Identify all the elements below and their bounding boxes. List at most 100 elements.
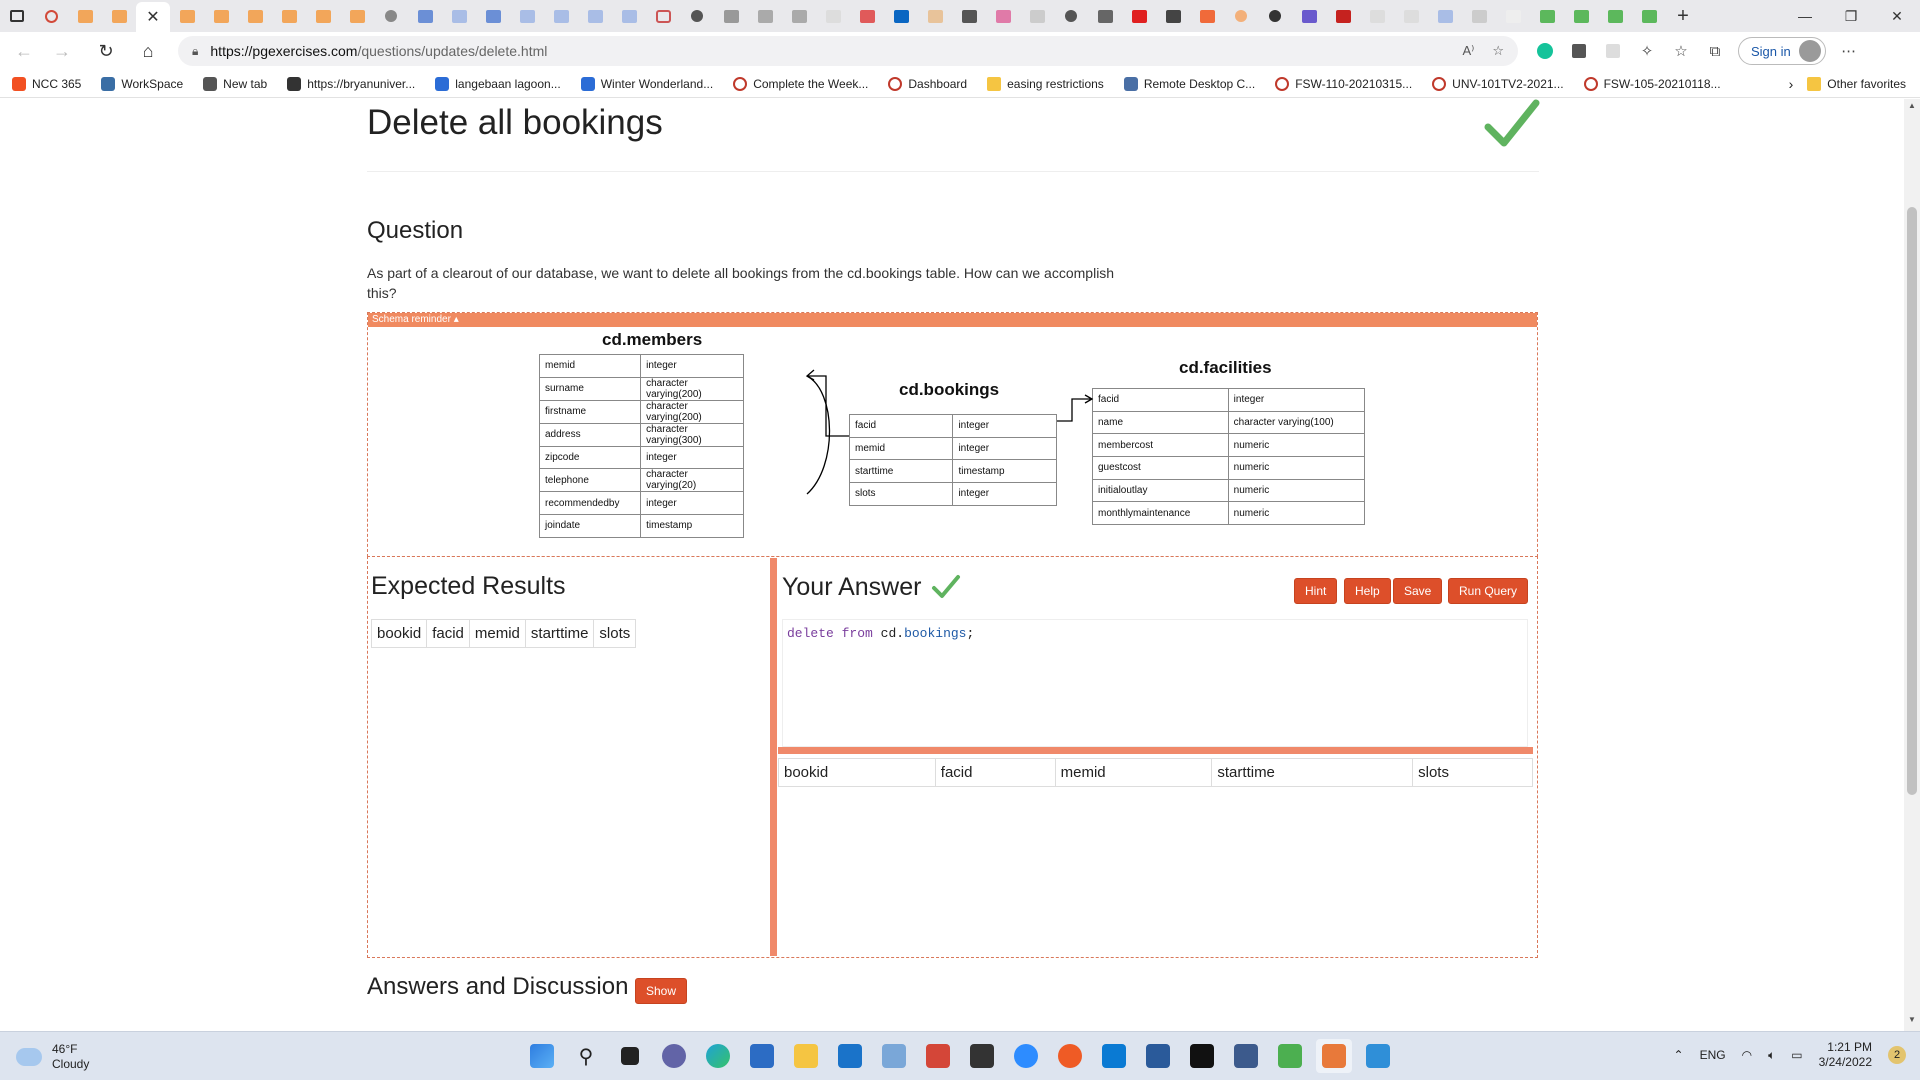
tab[interactable] <box>1360 0 1394 32</box>
tab[interactable] <box>884 0 918 32</box>
tab[interactable] <box>1190 0 1224 32</box>
tab[interactable] <box>306 0 340 32</box>
home-icon[interactable]: ⌂ <box>130 35 166 67</box>
tab[interactable] <box>374 0 408 32</box>
bookmark-item[interactable]: WorkSpace <box>101 76 183 91</box>
tab[interactable] <box>272 0 306 32</box>
chat-icon[interactable] <box>656 1039 692 1073</box>
app-icon[interactable] <box>1228 1039 1264 1073</box>
tab[interactable] <box>1122 0 1156 32</box>
battery-icon[interactable]: ▭ <box>1791 1048 1802 1062</box>
tab[interactable] <box>1020 0 1054 32</box>
refresh-icon[interactable]: ↻ <box>88 35 124 67</box>
store-icon[interactable] <box>744 1039 780 1073</box>
bookmark-item[interactable]: Dashboard <box>888 76 967 91</box>
bookmark-item[interactable]: Remote Desktop C... <box>1123 76 1255 91</box>
scroll-up-icon[interactable]: ▲ <box>1904 101 1920 115</box>
weather-widget[interactable]: 46°F Cloudy <box>16 1042 89 1072</box>
app-icon[interactable] <box>1140 1039 1176 1073</box>
tab[interactable] <box>1496 0 1530 32</box>
restore-icon[interactable]: ❐ <box>1828 0 1874 32</box>
zoom-icon[interactable] <box>1008 1039 1044 1073</box>
tab[interactable] <box>1564 0 1598 32</box>
tab[interactable] <box>782 0 816 32</box>
tab[interactable] <box>748 0 782 32</box>
tab[interactable] <box>1632 0 1666 32</box>
more-menu-icon[interactable]: ⋯ <box>1832 35 1866 67</box>
extension-icon[interactable] <box>1562 35 1596 67</box>
tab[interactable] <box>850 0 884 32</box>
tab[interactable] <box>544 0 578 32</box>
url-input[interactable]: 🔒︎ https://pgexercises.com/questions/upd… <box>178 36 1518 66</box>
back-icon[interactable]: ← <box>6 35 42 67</box>
tab[interactable] <box>1462 0 1496 32</box>
tab[interactable] <box>918 0 952 32</box>
tab-close-icon[interactable]: ✕ <box>136 2 170 32</box>
edge-icon[interactable] <box>700 1039 736 1073</box>
tab[interactable] <box>1428 0 1462 32</box>
close-window-icon[interactable]: ✕ <box>1874 0 1920 32</box>
tab[interactable] <box>578 0 612 32</box>
terminal-icon[interactable] <box>1184 1039 1220 1073</box>
bookmark-item[interactable]: langebaan lagoon... <box>435 76 561 91</box>
tab[interactable] <box>612 0 646 32</box>
tab[interactable] <box>408 0 442 32</box>
file-explorer-icon[interactable] <box>788 1039 824 1073</box>
sign-in-button[interactable]: Sign in <box>1738 37 1826 65</box>
notification-badge[interactable]: 2 <box>1888 1046 1906 1064</box>
tab[interactable] <box>1326 0 1360 32</box>
app-icon[interactable] <box>964 1039 1000 1073</box>
bookmark-item[interactable]: UNV-101TV2-2021... <box>1432 76 1564 91</box>
snipping-tool-icon[interactable] <box>1316 1039 1352 1073</box>
favorites-icon[interactable]: ☆ <box>1664 35 1698 67</box>
tab[interactable] <box>102 0 136 32</box>
scrollbar-thumb[interactable] <box>1907 207 1917 795</box>
extensions-icon[interactable]: ✧ <box>1630 35 1664 67</box>
tab[interactable] <box>34 0 68 32</box>
tab[interactable] <box>442 0 476 32</box>
tab[interactable] <box>170 0 204 32</box>
new-tab-icon[interactable]: + <box>1666 0 1700 32</box>
app-icon[interactable] <box>1272 1039 1308 1073</box>
task-view-icon[interactable] <box>612 1039 648 1073</box>
panel-resize-handle[interactable] <box>770 558 777 956</box>
results-resize-handle[interactable] <box>778 747 1533 754</box>
gmail-icon[interactable] <box>920 1039 956 1073</box>
volume-icon[interactable]: 🔈︎ <box>1768 1048 1775 1063</box>
notepad-icon[interactable] <box>876 1039 912 1073</box>
other-favorites[interactable]: Other favorites <box>1807 76 1906 91</box>
start-icon[interactable] <box>524 1039 560 1073</box>
tab[interactable] <box>238 0 272 32</box>
search-icon[interactable]: ⚲ <box>568 1039 604 1073</box>
tab[interactable] <box>1258 0 1292 32</box>
tab[interactable] <box>1530 0 1564 32</box>
hint-button[interactable]: Hint <box>1294 578 1338 604</box>
scroll-down-icon[interactable]: ▼ <box>1904 1015 1920 1029</box>
bookmark-item[interactable]: FSW-110-20210315... <box>1275 76 1412 91</box>
bookmark-item[interactable]: Complete the Week... <box>733 76 868 91</box>
photos-icon[interactable] <box>1360 1039 1396 1073</box>
tab[interactable] <box>1054 0 1088 32</box>
tab[interactable] <box>816 0 850 32</box>
tab[interactable] <box>714 0 748 32</box>
read-aloud-icon[interactable]: A⁾ <box>1462 43 1474 59</box>
bookmark-item[interactable]: easing restrictions <box>987 76 1104 91</box>
tab[interactable] <box>340 0 374 32</box>
bookmark-item[interactable]: https://bryanuniver... <box>287 76 415 91</box>
tab[interactable] <box>952 0 986 32</box>
clock[interactable]: 1:21 PM 3/24/2022 <box>1819 1040 1872 1070</box>
chevron-up-icon[interactable]: ⌃ <box>1674 1048 1684 1062</box>
tab[interactable] <box>1598 0 1632 32</box>
minimize-icon[interactable]: — <box>1782 0 1828 32</box>
postman-icon[interactable] <box>1052 1039 1088 1073</box>
bookmarks-overflow-icon[interactable]: › <box>1789 76 1794 92</box>
help-button[interactable]: Help <box>1344 578 1391 604</box>
tab[interactable] <box>1088 0 1122 32</box>
tab[interactable] <box>986 0 1020 32</box>
tab[interactable] <box>510 0 544 32</box>
tab[interactable] <box>1292 0 1326 32</box>
sql-editor[interactable]: delete from cd.bookings; <box>782 619 1528 747</box>
bookmark-item[interactable]: Winter Wonderland... <box>580 76 713 91</box>
collections-icon[interactable]: ⧉ <box>1698 35 1732 67</box>
language-indicator[interactable]: ENG <box>1700 1048 1726 1062</box>
